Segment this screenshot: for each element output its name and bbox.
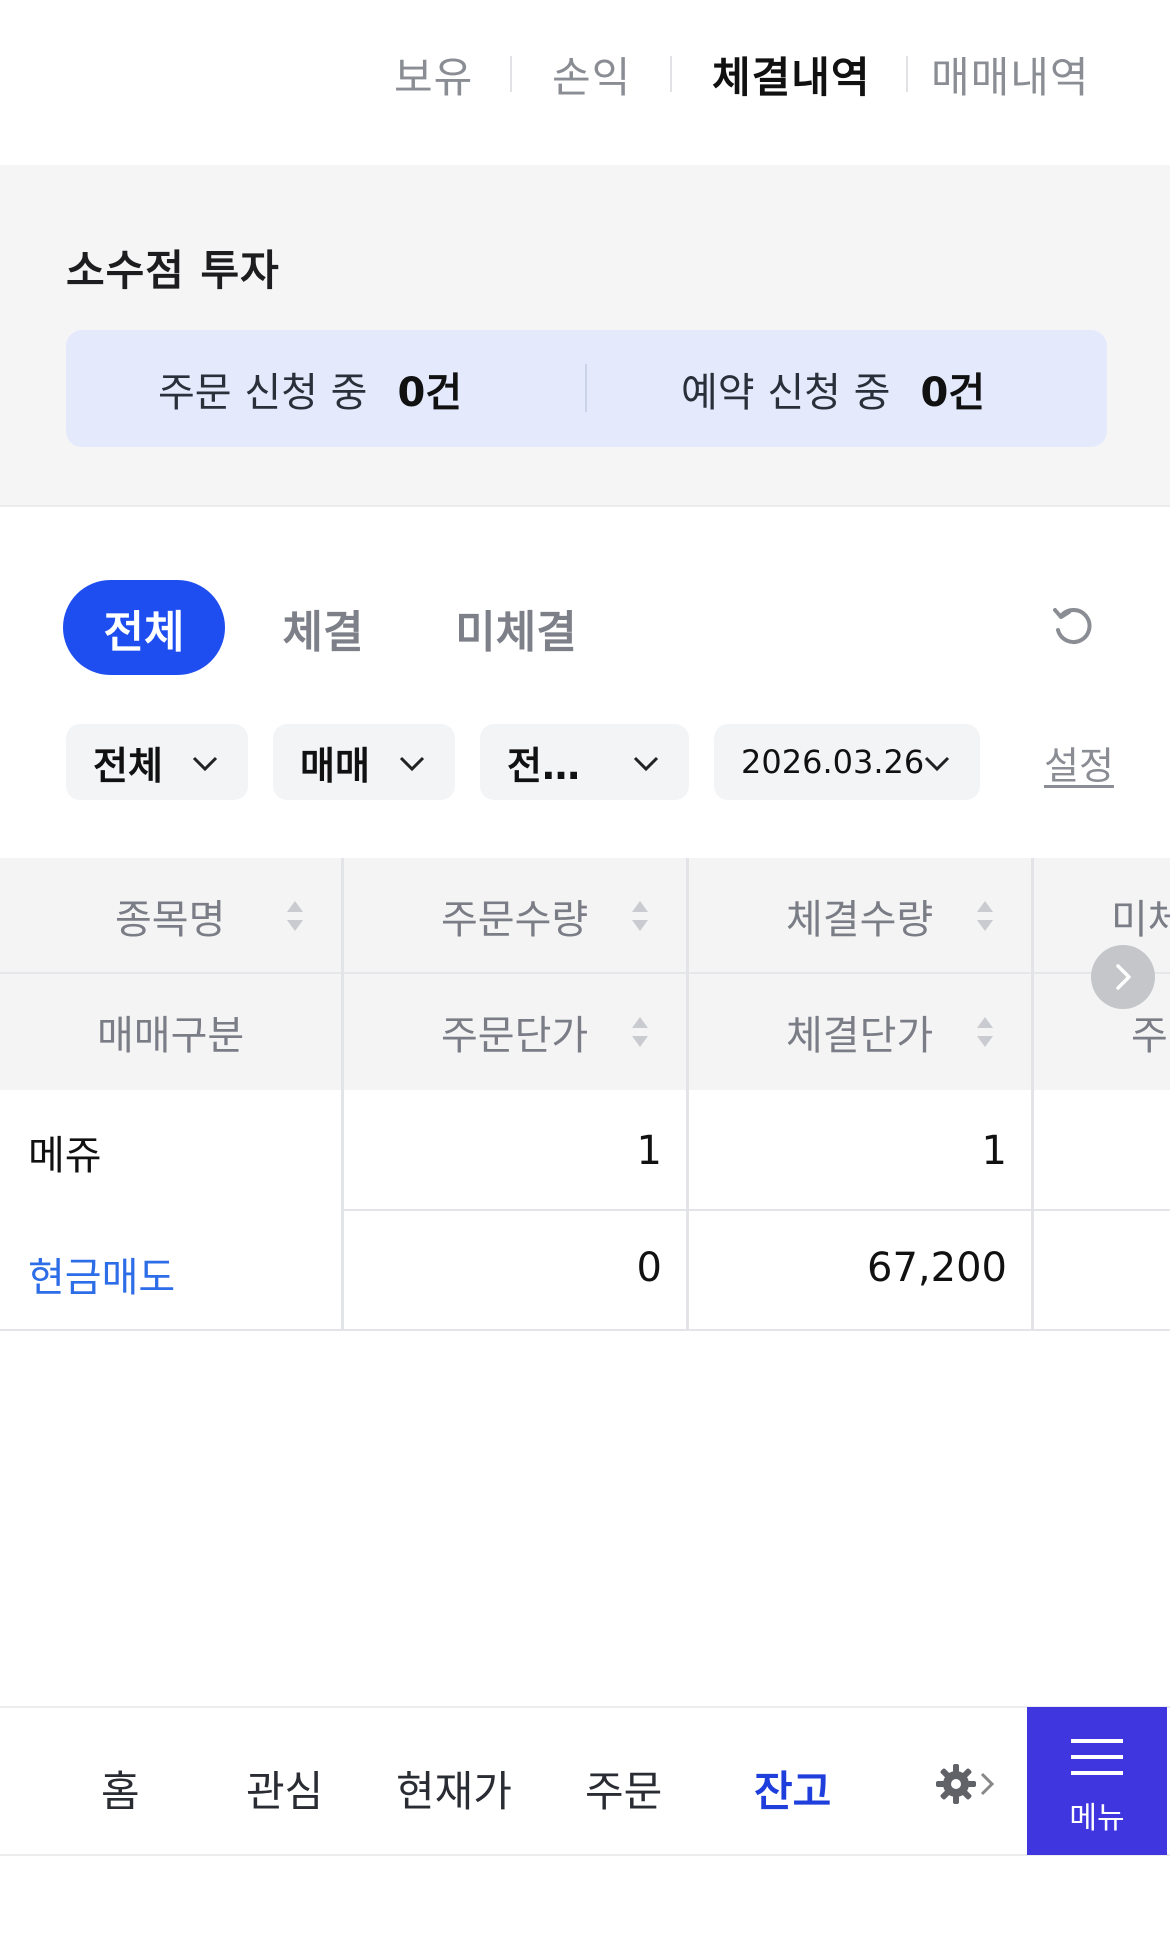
- order-pending[interactable]: 주문 신청 중 0건: [158, 360, 462, 418]
- sort-icon[interactable]: [974, 897, 996, 935]
- scroll-right-button[interactable]: [1091, 945, 1155, 1009]
- header-stock-name[interactable]: 종목명: [115, 858, 225, 974]
- nav-current-price[interactable]: 현재가: [396, 1758, 512, 1819]
- reserve-pending[interactable]: 예약 신청 중 0건: [681, 360, 985, 418]
- account-dropdown-label: 전체: [93, 743, 163, 788]
- menu-button[interactable]: 메뉴: [1027, 1707, 1167, 1855]
- row-divider: [344, 1209, 1170, 1211]
- sort-icon[interactable]: [284, 897, 306, 935]
- settings-link[interactable]: 설정: [1044, 735, 1114, 790]
- nav-order[interactable]: 주문: [585, 1758, 662, 1819]
- trade-type-dropdown-label: 매매: [300, 743, 370, 788]
- nav-watchlist[interactable]: 관심: [246, 1758, 323, 1819]
- stock-name[interactable]: 메쥬: [28, 1123, 102, 1181]
- chevron-right-icon: [1116, 964, 1131, 990]
- sort-icon[interactable]: [629, 897, 651, 935]
- hamburger-icon: [1071, 1739, 1123, 1775]
- market-dropdown-label: 전…: [507, 743, 580, 788]
- gear-icon[interactable]: [934, 1760, 1000, 1808]
- fractional-status-box[interactable]: 주문 신청 중 0건 예약 신청 중 0건: [66, 330, 1107, 447]
- tab-profit[interactable]: 손익: [552, 44, 631, 105]
- market-dropdown[interactable]: 전…: [480, 724, 689, 800]
- tab-separator: [906, 56, 908, 92]
- tab-trades[interactable]: 매매내역: [931, 44, 1090, 105]
- tab-separator: [670, 56, 672, 92]
- filter-tab-unexecuted[interactable]: 미체결: [444, 580, 588, 675]
- header-exec-qty[interactable]: 체결수량: [786, 858, 933, 974]
- row-divider: [0, 1329, 1170, 1331]
- header-order-price[interactable]: 주문단가: [441, 974, 588, 1090]
- table-header-row: 종목명 주문수량 체결수량 미체: [0, 858, 1170, 974]
- sort-icon[interactable]: [629, 1013, 651, 1051]
- chevron-down-icon: [924, 756, 950, 772]
- menu-label: 메뉴: [1069, 1801, 1125, 1836]
- column-divider: [1031, 858, 1034, 1330]
- refresh-icon[interactable]: [1049, 602, 1099, 652]
- chevron-down-icon: [633, 756, 659, 772]
- table-header-row: 매매구분 주문단가 체결단가 주: [0, 974, 1170, 1090]
- nav-home[interactable]: 홈: [101, 1758, 140, 1819]
- trade-side: 현금매도: [28, 1255, 176, 1301]
- top-tab-bar: 보유 손익 체결내역 매매내역: [0, 0, 1170, 165]
- status-divider: [585, 364, 587, 412]
- bottom-nav: 홈 관심 현재가 주문 잔고: [0, 1706, 1170, 1856]
- order-pending-count: 0건: [397, 370, 463, 416]
- fractional-section: 소수점 투자 주문 신청 중 0건 예약 신청 중 0건: [0, 165, 1170, 507]
- tab-holdings[interactable]: 보유: [394, 44, 473, 105]
- exec-qty-value: 1: [981, 1128, 1007, 1174]
- reserve-pending-count: 0건: [920, 370, 986, 416]
- nav-balance[interactable]: 잔고: [754, 1758, 831, 1819]
- tab-executions[interactable]: 체결내역: [712, 44, 871, 105]
- exec-price-value: 67,200: [867, 1245, 1007, 1291]
- account-dropdown[interactable]: 전체: [66, 724, 248, 800]
- chevron-down-icon: [192, 756, 218, 772]
- filter-tab-executed[interactable]: 체결: [258, 580, 388, 675]
- header-exec-price[interactable]: 체결단가: [786, 974, 933, 1090]
- header-trade-side: 매매구분: [97, 1013, 245, 1059]
- date-dropdown-label: 2026.03.26: [741, 743, 925, 781]
- tab-separator: [510, 56, 512, 92]
- trade-type-dropdown[interactable]: 매매: [273, 724, 455, 800]
- order-pending-label: 주문 신청 중: [158, 370, 368, 416]
- reserve-pending-label: 예약 신청 중: [681, 370, 891, 416]
- order-qty-value: 1: [636, 1128, 662, 1174]
- header-order-qty[interactable]: 주문수량: [441, 858, 588, 974]
- sort-icon[interactable]: [974, 1013, 996, 1051]
- order-price-value: 0: [636, 1245, 662, 1291]
- chevron-down-icon: [399, 756, 425, 772]
- filter-tab-all[interactable]: 전체: [63, 580, 225, 675]
- date-dropdown[interactable]: 2026.03.26: [714, 724, 980, 800]
- fractional-title: 소수점 투자: [66, 246, 280, 295]
